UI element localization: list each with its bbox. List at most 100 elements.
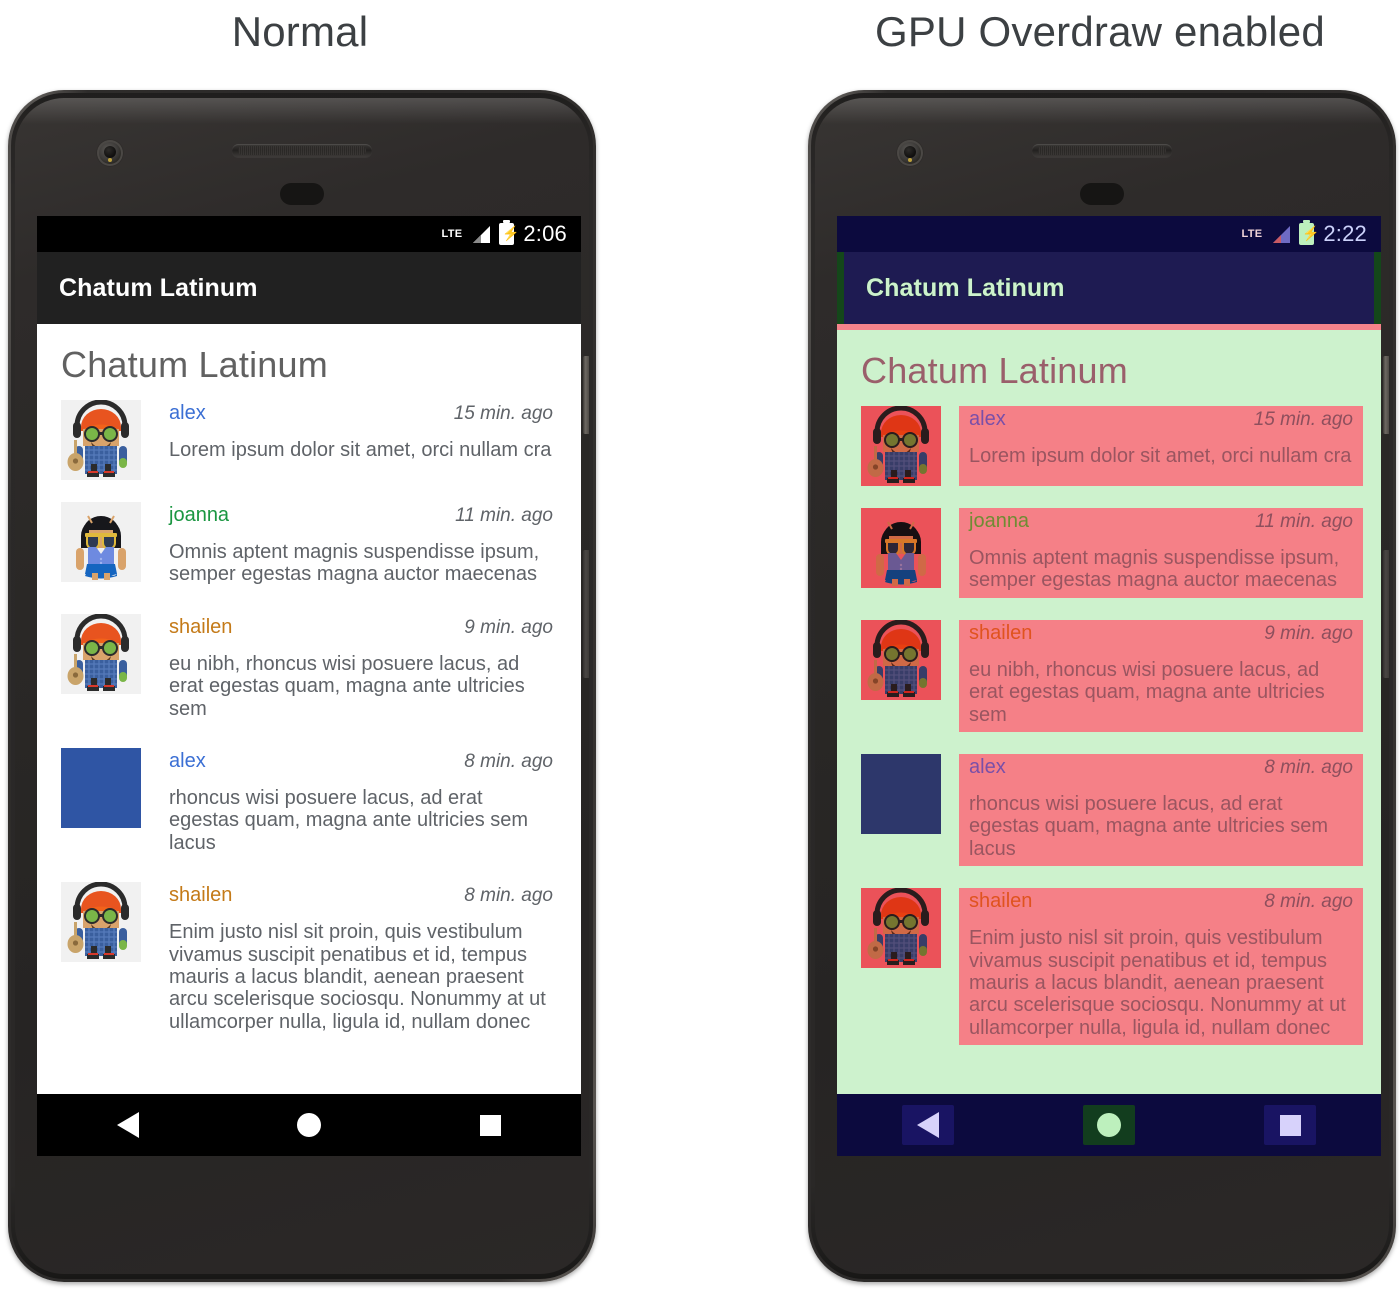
message-timestamp: 11 min. ago [1255, 511, 1353, 532]
message-body: shailen 9 min. ago eu nibh, rhoncus wisi p… [159, 614, 563, 726]
volume-rocker-button[interactable] [583, 550, 589, 678]
message-item[interactable]: shailen 8 min. ago Enim justo nisl sit pro… [861, 888, 1363, 1046]
earpiece-speaker [232, 144, 372, 157]
home-circle-icon [296, 1113, 321, 1137]
page-title: Chatum Latinum [861, 350, 1128, 391]
home-button[interactable] [1082, 1105, 1135, 1145]
hipster-bugdroid-avatar [61, 882, 141, 963]
message-text: rhoncus wisi posuere lacus, ad erat eges… [969, 792, 1329, 860]
message-username[interactable]: alex [169, 402, 206, 425]
lte-label: LTE [1241, 227, 1263, 240]
message-text: Lorem ipsum dolor sit amet, orci nullam … [169, 439, 552, 461]
status-bar: LTE ⚡ 2:06 [37, 216, 581, 252]
message-list[interactable]: alex 15 min. ago Lorem ipsum dolor sit ame… [837, 406, 1381, 1046]
proximity-sensor [280, 183, 324, 205]
message-header: alex 15 min. ago [169, 402, 553, 425]
message-header: alex 8 min. ago [969, 756, 1353, 779]
message-body: alex 15 min. ago Lorem ipsum dolor sit ame… [159, 400, 563, 480]
message-header: alex 8 min. ago [169, 750, 553, 773]
glass-sheen [15, 98, 589, 124]
hipster-bugdroid-avatar [61, 400, 141, 480]
message-username[interactable]: alex [169, 750, 206, 773]
message-body: shailen 8 min. ago Enim justo nisl sit pro… [959, 888, 1363, 1046]
hipster-bugdroid-avatar [861, 619, 941, 700]
recents-square-icon [479, 1114, 501, 1136]
message-timestamp: 15 min. ago [453, 403, 553, 424]
message-header: joanna 11 min. ago [969, 510, 1353, 533]
message-item[interactable]: alex 15 min. ago Lorem ipsum dolor sit ame… [61, 400, 563, 480]
message-item[interactable]: shailen 8 min. ago Enim justo nisl sit pro… [61, 882, 563, 1039]
recents-button[interactable] [1264, 1105, 1317, 1145]
message-username[interactable]: alex [969, 408, 1006, 431]
message-text: eu nibh, rhoncus wisi posuere lacus, ad … [169, 652, 525, 720]
overdraw-tint [861, 888, 941, 969]
message-item[interactable]: alex 8 min. ago rhoncus wisi posuere lacus… [861, 753, 1363, 867]
back-button[interactable] [102, 1105, 154, 1145]
screen-gpu-overdraw: LTE ⚡ 2:22 Chatum Latinum Chatum Latinum… [837, 216, 1381, 1156]
message-text: Omnis aptent magnis suspendisse ipsum, s… [969, 547, 1340, 592]
app-bar-title: Chatum Latinum [866, 273, 1065, 302]
message-timestamp: 11 min. ago [455, 505, 553, 526]
message-body: joanna 11 min. ago Omnis aptent magnis sus… [159, 502, 563, 592]
message-timestamp: 9 min. ago [1264, 622, 1353, 644]
volume-rocker-button[interactable] [1383, 550, 1389, 678]
message-item[interactable]: alex 8 min. ago rhoncus wisi posuere lacus… [61, 747, 563, 860]
sunglasses-bugdroid-avatar [61, 502, 141, 582]
comparison-stage: Normal GPU Overdraw enabled LTE ⚡ 2:06 C… [0, 0, 1400, 1299]
message-item[interactable]: shailen 9 min. ago eu nibh, rhoncus wisi p… [861, 619, 1363, 732]
message-text: Lorem ipsum dolor sit amet, orci nullam … [969, 445, 1352, 467]
message-item[interactable]: joanna 11 min. ago Omnis aptent magnis sus… [61, 502, 563, 592]
message-list[interactable]: alex 15 min. ago Lorem ipsum dolor sit ame… [37, 400, 581, 1039]
lte-label: LTE [441, 227, 463, 240]
message-header: joanna 11 min. ago [169, 504, 553, 527]
overdraw-tint [861, 508, 941, 588]
power-button[interactable] [583, 356, 589, 434]
page-title: Chatum Latinum [61, 344, 328, 385]
message-username[interactable]: alex [969, 756, 1006, 779]
message-header: shailen 8 min. ago [969, 890, 1353, 913]
signal-bars-icon [471, 225, 491, 243]
caption-normal: Normal [231, 8, 369, 55]
content-area: Chatum Latinum alex 15 min. ago Lorem ipsu… [37, 324, 581, 1094]
hipster-bugdroid-avatar [861, 888, 941, 969]
message-item[interactable]: shailen 9 min. ago eu nibh, rhoncus wisi p… [61, 613, 563, 726]
purple-square-avatar [861, 753, 941, 834]
message-timestamp: 8 min. ago [1264, 756, 1353, 778]
clock-time: 2:22 [1323, 221, 1367, 246]
message-body: shailen 9 min. ago eu nibh, rhoncus wisi p… [959, 619, 1363, 732]
message-item[interactable]: joanna 11 min. ago Omnis aptent magnis sus… [861, 508, 1363, 598]
message-username[interactable]: shailen [169, 884, 232, 907]
overdraw-tint [861, 753, 941, 834]
overdraw-tint [861, 406, 941, 486]
message-header: alex 15 min. ago [969, 408, 1353, 431]
message-username[interactable]: joanna [969, 510, 1029, 533]
status-bar: LTE ⚡ 2:22 [837, 216, 1381, 252]
message-username[interactable]: shailen [169, 616, 232, 639]
message-item[interactable]: alex 15 min. ago Lorem ipsum dolor sit ame… [861, 406, 1363, 486]
message-username[interactable]: shailen [969, 890, 1032, 913]
content-area: Chatum Latinum alex 15 min. ago Lorem ipsu… [837, 324, 1381, 1094]
back-triangle-icon [916, 1112, 939, 1138]
home-button[interactable] [283, 1105, 335, 1145]
blue-square-avatar [61, 747, 141, 828]
back-button[interactable] [901, 1105, 954, 1145]
hipster-bugdroid-avatar [861, 406, 941, 486]
message-timestamp: 8 min. ago [464, 885, 553, 907]
message-username[interactable]: joanna [169, 504, 229, 527]
message-header: shailen 8 min. ago [169, 884, 553, 907]
signal-bars-icon [1271, 225, 1291, 243]
app-bar: Chatum Latinum [837, 252, 1381, 324]
front-camera-icon [97, 140, 123, 166]
front-camera-icon [897, 140, 923, 166]
message-header: shailen 9 min. ago [969, 622, 1353, 645]
recents-button[interactable] [464, 1105, 516, 1145]
glass-sheen [815, 98, 1389, 124]
message-username[interactable]: shailen [969, 622, 1032, 645]
battery-charging-icon: ⚡ [499, 220, 520, 245]
phone-gpu-overdraw: LTE ⚡ 2:22 Chatum Latinum Chatum Latinum… [808, 90, 1396, 1282]
clock-time: 2:06 [523, 221, 567, 246]
power-button[interactable] [1383, 356, 1389, 434]
back-triangle-icon [116, 1112, 139, 1138]
recents-square-icon [1279, 1114, 1301, 1136]
message-timestamp: 9 min. ago [464, 616, 553, 638]
